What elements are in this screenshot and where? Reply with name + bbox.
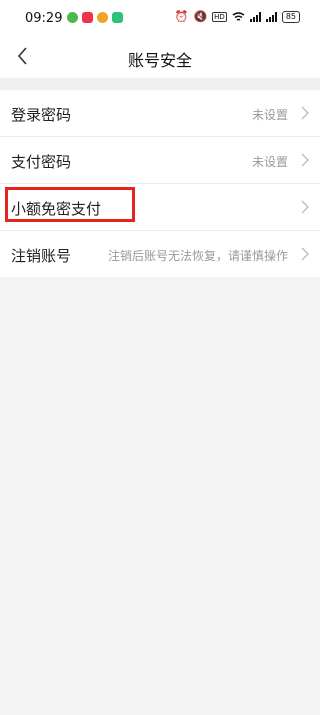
weibo-icon <box>97 12 108 23</box>
settings-item-login-password[interactable]: 登录密码 未设置 <box>0 90 320 137</box>
settings-list: 登录密码 未设置 支付密码 未设置 小额免密支付 注销账号 注销后账号无法恢复，… <box>0 90 320 277</box>
app-icon <box>82 12 93 23</box>
settings-item-label: 登录密码 <box>11 106 72 124</box>
alarm-icon: ⏰ <box>174 10 189 23</box>
section-divider <box>0 78 320 90</box>
chevron-right-icon <box>301 200 309 214</box>
settings-item-label: 注销账号 <box>11 247 72 265</box>
status-bar: 09:29 ⏰ 🔇 HD 85 <box>0 0 320 36</box>
page-title: 账号安全 <box>127 51 192 70</box>
system-icons: ⏰ 🔇 HD 85 <box>175 11 300 23</box>
wifi-icon <box>232 12 245 21</box>
chevron-right-icon <box>301 153 309 167</box>
settings-item-payment-password[interactable]: 支付密码 未设置 <box>0 137 320 184</box>
chevron-right-icon <box>301 247 309 261</box>
status-time: 09:29 <box>25 11 63 26</box>
chevron-right-icon <box>301 106 309 120</box>
app-icon <box>112 12 123 23</box>
highlight-box <box>5 187 135 222</box>
mute-icon: 🔇 <box>193 10 208 23</box>
settings-item-label: 支付密码 <box>11 153 72 171</box>
settings-item-value: 未设置 <box>251 155 288 169</box>
battery-icon: 85 <box>281 11 300 23</box>
signal-icon <box>265 12 277 22</box>
settings-item-delete-account[interactable]: 注销账号 注销后账号无法恢复，请谨慎操作 <box>0 231 320 277</box>
settings-item-value: 注销后账号无法恢复，请谨慎操作 <box>107 249 288 263</box>
wechat-icon <box>67 12 78 23</box>
notification-icons <box>67 12 123 23</box>
hd-icon: HD <box>212 12 227 22</box>
settings-item-value: 未设置 <box>251 108 288 122</box>
header: 账号安全 <box>0 36 320 78</box>
signal-icon <box>249 12 261 22</box>
